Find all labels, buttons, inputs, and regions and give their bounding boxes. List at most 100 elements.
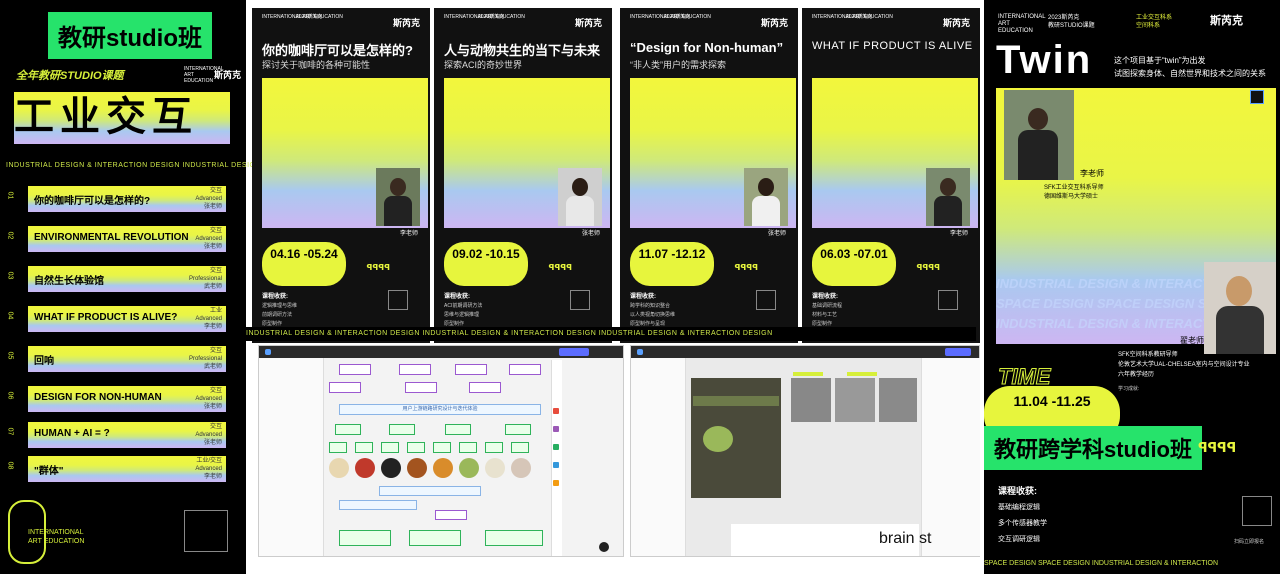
poster-year: 2023斯芮克 教研STUDIO课题 <box>1048 15 1095 29</box>
mid-stripe: INDUSTRIAL DESIGN & INTERACTION DESIGN I… <box>246 327 976 341</box>
share-button[interactable] <box>945 348 971 356</box>
poster-logo: 斯芮克 <box>942 18 970 28</box>
poster-subtitle: 探索ACI的奇妙世界 <box>444 60 523 70</box>
course-dates: 04.16 -05.24 <box>262 242 346 286</box>
menu-icon[interactable] <box>265 349 271 355</box>
gain-item: ACI前期调研方法 <box>444 303 483 309</box>
layers-sidebar[interactable] <box>259 358 324 556</box>
course-item[interactable]: 02 ENVIRONMENTAL REVOLUTION 交互 Advanced 张老师 <box>6 226 226 252</box>
flow-node[interactable] <box>509 364 541 375</box>
flow-node[interactable] <box>511 442 529 453</box>
poster-1[interactable]: INTERNATIONAL ART EDUCATION 2023斯芮克 斯芮克 … <box>252 8 430 343</box>
qr-placeholder <box>938 290 958 310</box>
share-button[interactable] <box>559 348 589 356</box>
qr-placeholder <box>756 290 776 310</box>
design-app-screenshot[interactable]: brain st <box>630 345 980 557</box>
course-meta: 交互 Advanced 张老师 <box>195 388 222 410</box>
flow-node[interactable] <box>339 530 391 546</box>
teacher-photo <box>926 168 970 226</box>
flow-banner[interactable]: 用户上游链路研究设计与迭代体验 <box>339 404 541 415</box>
canvas-card[interactable] <box>835 378 875 422</box>
course-item[interactable]: 01 你的咖啡厅可以是怎样的? 交互 Advanced 张老师 <box>6 186 226 212</box>
flow-node[interactable] <box>335 424 361 435</box>
tool-icon[interactable] <box>553 426 559 432</box>
course-item[interactable]: 06 DESIGN FOR NON-HUMAN 交互 Advanced 张老师 <box>6 386 226 412</box>
flow-node[interactable] <box>329 382 361 393</box>
flow-node[interactable] <box>505 424 531 435</box>
qr-placeholder <box>388 290 408 310</box>
teacher-bio: 学习成就: <box>1118 386 1140 392</box>
teacher-photo <box>744 168 788 226</box>
canvas-text: brain st <box>879 530 932 547</box>
gain-item: 原型制作与呈现 <box>630 321 666 327</box>
gain-heading: 课程收获: <box>630 294 656 300</box>
flow-node[interactable] <box>389 424 415 435</box>
tool-icon[interactable] <box>553 444 559 450</box>
course-title: 回响 <box>34 356 54 367</box>
teacher-title: SFK工业交互科系导师 德国维斯马大学硕士 <box>1044 185 1104 200</box>
flow-node[interactable] <box>409 530 461 546</box>
flow-node[interactable] <box>455 364 487 375</box>
layers-sidebar[interactable] <box>631 358 686 556</box>
poster-stripe: SPACE DESIGN SPACE DESIGN S <box>996 296 1207 311</box>
logo-badge-icon <box>1250 90 1264 104</box>
course-meta: 交互 Professional 武老师 <box>188 268 222 290</box>
flow-node[interactable] <box>379 486 481 496</box>
flowchart-screenshot[interactable]: 用户上游链路研究设计与迭代体验 <box>258 345 624 557</box>
tool-icon[interactable] <box>553 408 559 414</box>
teacher-name: 李老师 <box>399 231 418 237</box>
course-dates: 11.07 -12.12 <box>630 242 714 286</box>
poster-logo: 斯芮克 <box>1210 15 1243 27</box>
food-image <box>407 458 427 478</box>
flow-node[interactable] <box>381 442 399 453</box>
course-item[interactable]: 05 回响 交互 Professional 武老师 <box>6 346 226 372</box>
poster-year: 2023斯芮克 <box>478 14 505 20</box>
flow-node[interactable] <box>445 424 471 435</box>
flow-node[interactable] <box>469 382 501 393</box>
flow-node[interactable] <box>405 382 437 393</box>
course-title: "群体" <box>34 466 64 477</box>
canvas-label <box>793 372 823 376</box>
course-item[interactable]: 08 "群体" 工业/交互 Advanced 李老师 <box>6 456 226 482</box>
flow-node[interactable] <box>435 510 467 520</box>
teacher-name: 张老师 <box>581 231 600 237</box>
flow-node[interactable] <box>399 364 431 375</box>
poster-2[interactable]: INTERNATIONAL ART EDUCATION 2023斯芮克 斯芮克 … <box>434 8 612 343</box>
big-title: 工业交互 <box>14 95 198 139</box>
poster-3[interactable]: INTERNATIONAL ART EDUCATION 2023斯芮克 斯芮克 … <box>620 8 798 343</box>
flow-node[interactable] <box>485 530 543 546</box>
gain-item: 思维与逻辑推理 <box>444 312 480 318</box>
cross-discipline-tag: 教研跨学科studio班 <box>984 426 1202 470</box>
flow-node[interactable] <box>485 442 503 453</box>
canvas-card[interactable] <box>791 378 831 422</box>
poster-title: 你的咖啡厅可以是怎样的? <box>262 43 413 58</box>
flow-node[interactable] <box>339 364 371 375</box>
teacher-name: 李老师 <box>1080 169 1104 178</box>
canvas-card[interactable] <box>879 378 917 422</box>
course-title: 自然生长体验馆 <box>34 276 104 287</box>
gain-item: 基础调研流程 <box>812 303 843 309</box>
canvas-label <box>847 372 877 376</box>
flow-node[interactable] <box>355 442 373 453</box>
right-poster[interactable]: INTERNATIONAL ART EDUCATION 2023斯芮克 教研STU… <box>984 0 1280 574</box>
tool-icon[interactable] <box>553 480 559 486</box>
course-item[interactable]: 04 WHAT IF PRODUCT IS ALIVE? 工业 Advanced 李老师 <box>6 306 226 332</box>
teacher-photo <box>558 168 602 226</box>
flow-node[interactable] <box>433 442 451 453</box>
gain-item: 逻辑推理与思维 <box>262 303 298 309</box>
poster-stripe: INDUSTRIAL DESIGN & INTERACTION <box>996 276 1234 291</box>
flow-node[interactable] <box>339 500 417 510</box>
flow-node[interactable] <box>329 442 347 453</box>
canvas-image-blob <box>703 426 733 452</box>
flow-node[interactable] <box>459 442 477 453</box>
menu-icon[interactable] <box>637 349 643 355</box>
course-item[interactable]: 03 自然生长体验馆 交互 Professional 武老师 <box>6 266 226 292</box>
course-item[interactable]: 07 HUMAN + AI = ? 交互 Advanced 张老师 <box>6 422 226 448</box>
tool-icon[interactable] <box>553 462 559 468</box>
course-title: DESIGN FOR NON-HUMAN <box>34 392 162 403</box>
properties-panel[interactable] <box>921 358 980 556</box>
help-icon[interactable] <box>599 542 609 552</box>
flow-node[interactable] <box>407 442 425 453</box>
gain-item: 材料与工艺 <box>812 312 838 318</box>
poster-4[interactable]: INTERNATIONAL ART EDUCATION 2023斯芮克 斯芮克 … <box>802 8 980 343</box>
